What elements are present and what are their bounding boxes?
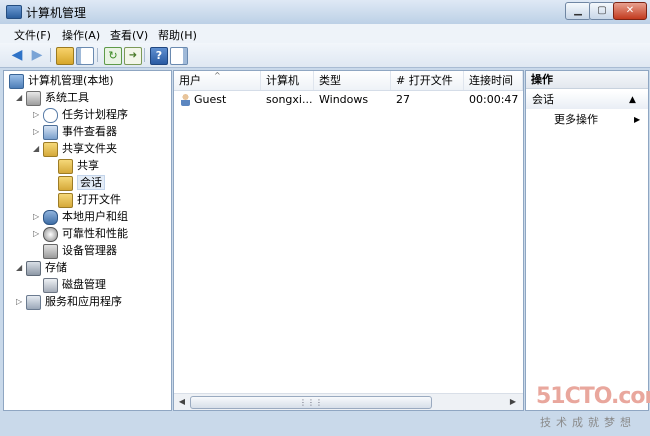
more-actions-link[interactable]: 更多操作 ▶ (554, 112, 640, 128)
sort-ascending-icon: ^ (214, 71, 221, 80)
collapse-arrow-icon[interactable]: ◢ (33, 141, 43, 157)
cell-computer: songxi... (266, 93, 313, 106)
disk-icon (43, 277, 58, 293)
event-log-icon (43, 124, 58, 140)
horizontal-scrollbar[interactable]: ◀ ⋮⋮⋮ ▶ (174, 393, 523, 410)
expand-arrow-icon[interactable]: ▷ (33, 226, 43, 242)
storage-icon (26, 260, 41, 276)
toolbar: ◀ ▶ ↻ ➜ ? (0, 43, 650, 68)
table-row[interactable]: Guest songxi... Windows 27 00:00:47 (174, 91, 523, 109)
expand-arrow-icon[interactable]: ▷ (16, 294, 26, 310)
column-header-type[interactable]: 类型 (314, 71, 391, 90)
menu-action[interactable]: 操作(A) (62, 27, 100, 43)
tree-node-storage[interactable]: ◢ 存储 (16, 260, 67, 276)
shared-folder-icon (58, 158, 73, 174)
actions-title: 操作 (526, 71, 648, 89)
export-list-icon[interactable]: ➜ (124, 47, 142, 65)
menu-help[interactable]: 帮助(H) (158, 27, 197, 43)
tree-node-device-manager[interactable]: 设备管理器 (33, 243, 117, 259)
toolbar-separator (97, 48, 98, 62)
tree-node-system-tools[interactable]: ◢ 系统工具 (16, 90, 89, 106)
tree-node-disk-management[interactable]: 磁盘管理 (33, 277, 106, 293)
refresh-icon[interactable]: ↻ (104, 47, 122, 65)
help-icon[interactable]: ? (150, 47, 168, 65)
watermark-brand: 51CTO.com (536, 384, 650, 409)
shared-folder-icon (58, 175, 73, 191)
tree-node-services-applications[interactable]: ▷ 服务和应用程序 (16, 294, 122, 310)
close-button[interactable]: ✕ (613, 2, 647, 20)
column-header-user[interactable]: 用户 ^ (174, 71, 261, 90)
scroll-left-arrow-icon[interactable]: ◀ (176, 396, 188, 408)
action-pane-icon[interactable] (170, 47, 188, 65)
computer-icon (9, 73, 24, 89)
expand-arrow-icon[interactable]: ▷ (33, 107, 43, 123)
submenu-arrow-icon: ▶ (634, 115, 641, 124)
shared-folder-icon (58, 192, 73, 208)
scrollbar-thumb[interactable]: ⋮⋮⋮ (190, 396, 432, 409)
user-icon (181, 94, 190, 106)
tree-root[interactable]: 计算机管理(本地) (9, 73, 114, 89)
cell-user: Guest (176, 91, 261, 109)
cell-open-files: 27 (396, 93, 410, 106)
tree-node-local-users-groups[interactable]: ▷ 本地用户和组 (33, 209, 128, 225)
collapse-arrow-icon[interactable]: ◢ (16, 260, 26, 276)
device-manager-icon (43, 243, 58, 259)
forward-arrow-icon[interactable]: ▶ (29, 47, 45, 63)
gauge-icon (43, 226, 58, 242)
expand-arrow-icon[interactable]: ▷ (33, 209, 43, 225)
list-header: 用户 ^ 计算机 类型 # 打开文件 连接时间 (174, 71, 523, 91)
minimize-button[interactable]: ▁ (565, 2, 591, 20)
window-title: 计算机管理 (26, 6, 87, 20)
title-bar[interactable]: 计算机管理 ▁ ▢ ✕ (0, 0, 650, 25)
menu-bar: 文件(F) 操作(A) 查看(V) 帮助(H) (0, 24, 650, 44)
tree-node-shares[interactable]: 共享 (58, 158, 99, 174)
maximize-button[interactable]: ▢ (589, 2, 615, 20)
show-hide-tree-icon[interactable] (76, 47, 94, 65)
toolbar-separator (144, 48, 145, 62)
collapse-up-arrow-icon[interactable]: ▲ (629, 91, 636, 109)
tree-node-sessions[interactable]: 会话 (58, 175, 105, 191)
actions-pane: 操作 会话 ▲ 更多操作 ▶ (525, 70, 649, 411)
shared-folder-icon (43, 141, 58, 157)
computer-management-window: 计算机管理 ▁ ▢ ✕ 文件(F) 操作(A) 查看(V) 帮助(H) ◀ ▶ … (0, 0, 650, 436)
cell-connected-time: 00:00:47 (469, 93, 519, 106)
expand-arrow-icon[interactable]: ▷ (33, 124, 43, 140)
column-header-computer[interactable]: 计算机 (261, 71, 314, 90)
column-header-connected-time[interactable]: 连接时间 (464, 71, 523, 90)
navigation-tree: 计算机管理(本地) ◢ 系统工具 ▷ 任务计划程序 ▷ 事件查看器 ◢ 共享文件夹 共享… (3, 70, 172, 411)
tree-node-event-viewer[interactable]: ▷ 事件查看器 (33, 124, 117, 140)
column-header-open-files[interactable]: # 打开文件 (391, 71, 464, 90)
tree-node-shared-folders[interactable]: ◢ 共享文件夹 (33, 141, 117, 157)
tools-icon (26, 90, 41, 106)
collapse-arrow-icon[interactable]: ◢ (16, 90, 26, 106)
menu-view[interactable]: 查看(V) (110, 27, 148, 43)
scroll-right-arrow-icon[interactable]: ▶ (507, 396, 519, 408)
up-folder-icon[interactable] (56, 47, 74, 65)
actions-section-sessions[interactable]: 会话 ▲ (526, 91, 648, 109)
tree-node-task-scheduler[interactable]: ▷ 任务计划程序 (33, 107, 128, 123)
menu-file[interactable]: 文件(F) (14, 27, 51, 43)
toolbar-separator (50, 48, 51, 62)
tree-node-open-files[interactable]: 打开文件 (58, 192, 121, 208)
clock-icon (43, 107, 58, 123)
back-arrow-icon[interactable]: ◀ (9, 47, 25, 63)
users-icon (43, 209, 58, 225)
tree-node-reliability-performance[interactable]: ▷ 可靠性和性能 (33, 226, 128, 242)
watermark-slogan: 技术成就梦想 (540, 416, 636, 429)
cell-type: Windows (319, 93, 369, 106)
app-icon (6, 5, 22, 19)
sessions-list: 用户 ^ 计算机 类型 # 打开文件 连接时间 Guest songxi... W… (173, 70, 524, 411)
services-icon (26, 294, 41, 310)
